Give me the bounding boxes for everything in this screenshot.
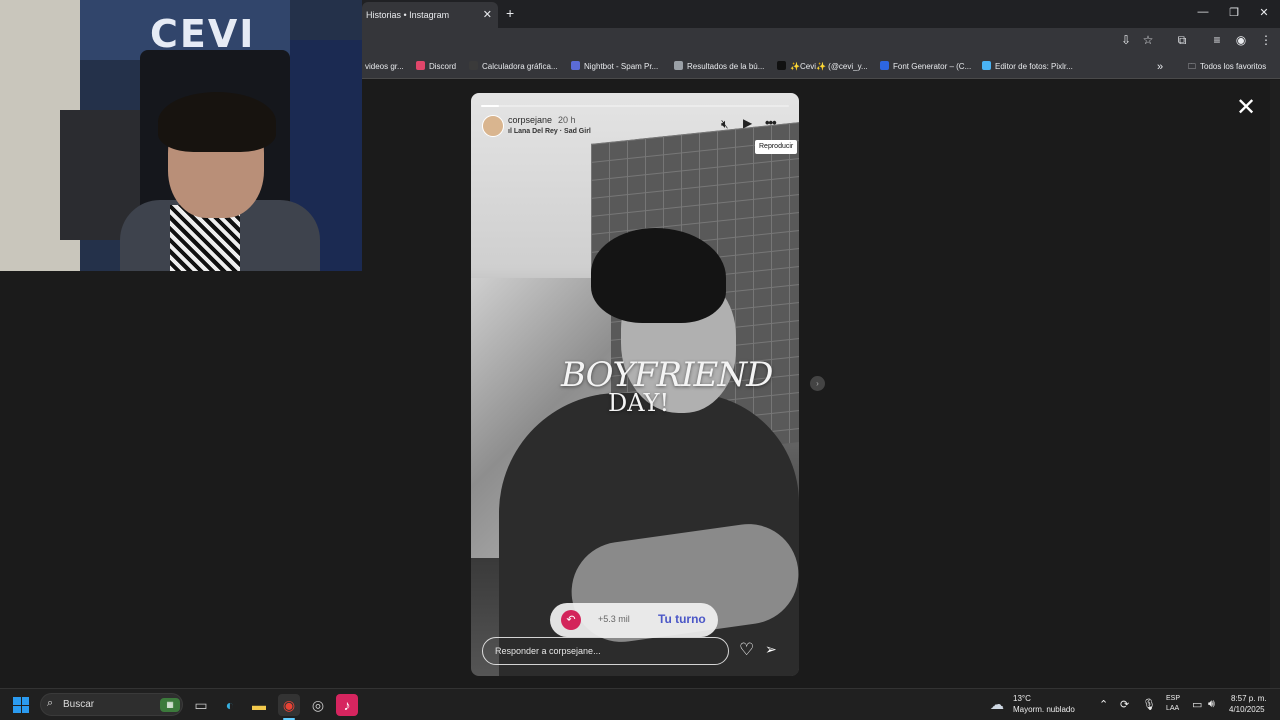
network-icon[interactable]: ▭ bbox=[1192, 698, 1202, 711]
bookmark-pixlr[interactable]: Editor de fotos: Pixlr... bbox=[982, 55, 1073, 79]
bookmark-tiktok-cevi[interactable]: ✨Cevi✨ (@cevi_y... bbox=[777, 55, 868, 79]
clock-date[interactable]: 4/10/2025 bbox=[1229, 705, 1265, 714]
story-username[interactable]: corpsejane bbox=[508, 115, 552, 125]
bookmark-nightbot[interactable]: Nightbot - Spam Pr... bbox=[571, 55, 658, 79]
your-turn-button[interactable]: Tu turno bbox=[658, 612, 706, 626]
bookmark-videos[interactable]: videos gr... bbox=[365, 55, 404, 79]
chevron-up-icon[interactable]: ⌃ bbox=[1099, 698, 1108, 711]
tiktok-icon bbox=[777, 61, 786, 70]
media-icon[interactable]: ≡ bbox=[1208, 33, 1226, 47]
kebab-menu-icon[interactable]: ⋮ bbox=[1257, 33, 1275, 47]
chrome-app-icon[interactable]: ◉ bbox=[278, 694, 300, 716]
close-window-button[interactable]: ✕ bbox=[1254, 6, 1274, 19]
bookmarks-overflow-icon[interactable]: » bbox=[1157, 55, 1163, 79]
font-generator-icon bbox=[880, 61, 889, 70]
bookmark-resultados[interactable]: Resultados de la bú... bbox=[674, 55, 764, 79]
reply-arrow-icon: ↶ bbox=[561, 610, 581, 630]
story-person-hair bbox=[591, 228, 726, 323]
desktop-app-icon[interactable]: ▭ bbox=[190, 694, 212, 716]
photos-app-icon[interactable]: ▦ bbox=[160, 698, 180, 712]
weather-temp: 13°C bbox=[1013, 694, 1031, 703]
new-tab-button[interactable]: + bbox=[506, 5, 514, 21]
bookmark-font-generator[interactable]: Font Generator – (C... bbox=[880, 55, 971, 79]
profile-icon[interactable]: ◉ bbox=[1232, 33, 1250, 47]
avatar[interactable] bbox=[482, 115, 504, 137]
tab-close-icon[interactable]: ✕ bbox=[483, 2, 492, 28]
your-turn-sticker[interactable]: ↶ +5.3 mil Tu turno bbox=[550, 603, 718, 637]
tab-title: Historias • Instagram bbox=[366, 10, 450, 20]
search-label: Buscar bbox=[63, 699, 95, 710]
sync-icon[interactable]: ⟳ bbox=[1120, 698, 1129, 711]
turn-count: +5.3 mil bbox=[598, 614, 630, 624]
search-icon: ⌕ bbox=[47, 697, 54, 709]
all-bookmarks-folder[interactable]: 🗀 Todos los favoritos bbox=[1188, 55, 1266, 79]
webcam-person-hair bbox=[158, 92, 276, 152]
cloudy-weather-icon[interactable]: ☁ bbox=[990, 696, 1004, 713]
clock-time[interactable]: 8:57 p. m. bbox=[1231, 694, 1267, 703]
heart-icon[interactable]: ♡ bbox=[739, 640, 754, 660]
story-music-label[interactable]: ıl Lana Del Rey · Sad Girl bbox=[508, 128, 591, 135]
story-card[interactable]: corpsejane 20 h ıl Lana Del Rey · Sad Gi… bbox=[471, 93, 799, 676]
bookmark-calculadora[interactable]: Calculadora gráfica... bbox=[469, 55, 558, 79]
tiktok-app-icon[interactable]: ♪ bbox=[336, 694, 358, 716]
play-icon[interactable]: ▶ bbox=[743, 116, 752, 130]
obs-app-icon[interactable]: ◎ bbox=[307, 694, 329, 716]
search-results-icon bbox=[674, 61, 683, 70]
story-progress-bar bbox=[481, 105, 789, 107]
play-tooltip: Reproducir bbox=[755, 140, 798, 154]
weather-description: Mayorm. nublado bbox=[1013, 705, 1075, 714]
story-time-ago: 20 h bbox=[558, 115, 576, 125]
reply-input[interactable] bbox=[482, 637, 729, 665]
next-story-button[interactable]: › bbox=[810, 376, 825, 391]
microphone-icon[interactable]: 🎙︎ bbox=[1142, 698, 1156, 711]
file-explorer-icon[interactable]: ▬ bbox=[248, 694, 270, 716]
webcam-overlay: CEVI bbox=[0, 0, 362, 271]
install-icon[interactable]: ⇩ bbox=[1117, 33, 1135, 47]
folder-icon: 🗀 bbox=[1188, 62, 1196, 71]
tab-instagram-stories[interactable]: Historias • Instagram ✕ bbox=[362, 2, 498, 28]
more-options-icon[interactable]: ••• bbox=[765, 115, 777, 130]
close-viewer-icon[interactable]: ✕ bbox=[1236, 93, 1256, 122]
send-icon[interactable]: ➢ bbox=[765, 641, 777, 658]
language-code[interactable]: ESP bbox=[1166, 695, 1180, 702]
extensions-icon[interactable]: ⧉ bbox=[1173, 33, 1191, 48]
nightbot-icon bbox=[571, 61, 580, 70]
discord-icon bbox=[416, 61, 425, 70]
story-progress-fill bbox=[481, 105, 500, 107]
volume-icon[interactable]: 🔊︎ bbox=[1208, 698, 1215, 711]
day-sticker-text: DAY! bbox=[608, 389, 670, 417]
bookmark-discord[interactable]: Discord bbox=[416, 55, 456, 79]
edge-app-icon[interactable]: ◐ bbox=[219, 694, 241, 716]
calculator-icon bbox=[469, 61, 478, 70]
pixlr-icon bbox=[982, 61, 991, 70]
minimize-button[interactable]: — bbox=[1193, 6, 1213, 18]
windows-start-icon[interactable] bbox=[13, 697, 29, 713]
restore-button[interactable]: ❐ bbox=[1224, 6, 1244, 19]
scrollbar[interactable] bbox=[1270, 80, 1280, 688]
star-icon[interactable]: ☆ bbox=[1139, 33, 1157, 47]
windows-taskbar: ⌕ Buscar ▦ ▭ ◐ ▬ ◉ ◎ ♪ ☁ 13°C Mayorm. nu… bbox=[0, 688, 1280, 720]
keyboard-layout[interactable]: LAA bbox=[1166, 705, 1179, 712]
muted-speaker-icon[interactable]: 🔇︎ bbox=[721, 117, 729, 132]
